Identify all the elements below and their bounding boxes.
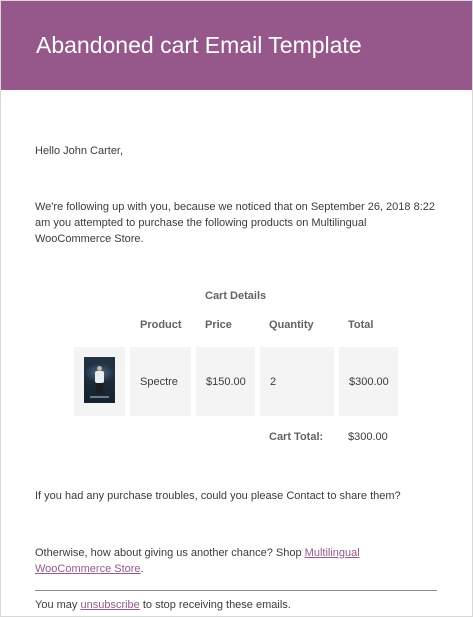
email-title: Abandoned cart Email Template xyxy=(36,32,362,58)
product-quantity: 2 xyxy=(270,376,277,388)
unsubscribe-link[interactable]: unsubscribe xyxy=(80,599,139,611)
otherwise-prefix: Otherwise, how about giving us another c… xyxy=(35,547,305,559)
footer-suffix: to stop receiving these emails. xyxy=(139,599,291,611)
product-total: $300.00 xyxy=(349,376,389,388)
trouble-text: If you had any purchase troubles, could … xyxy=(35,490,401,502)
column-header-total: Total xyxy=(348,319,374,331)
footer-divider xyxy=(35,590,437,591)
otherwise-text: Otherwise, how about giving us another c… xyxy=(35,545,435,577)
product-price: $150.00 xyxy=(206,376,246,388)
product-name-cell: Spectre xyxy=(130,347,191,416)
product-image-cell xyxy=(74,347,125,416)
greeting-text: Hello John Carter, xyxy=(35,145,124,157)
column-header-product: Product xyxy=(140,319,182,331)
email-header: Abandoned cart Email Template xyxy=(1,1,472,90)
product-price-cell: $150.00 xyxy=(196,347,255,416)
footer-text: You may unsubscribe to stop receiving th… xyxy=(35,597,291,613)
intro-text: We're following up with you, because we … xyxy=(35,201,435,245)
cart-total-value: $300.00 xyxy=(348,431,388,443)
cart-details-title: Cart Details xyxy=(205,290,267,302)
footer-prefix: You may xyxy=(35,599,81,611)
product-quantity-cell: 2 xyxy=(260,347,334,416)
column-header-quantity: Quantity xyxy=(269,319,314,331)
product-total-cell: $300.00 xyxy=(339,347,398,416)
column-header-price: Price xyxy=(205,319,232,331)
product-name: Spectre xyxy=(140,376,178,388)
cart-total-label: Cart Total: xyxy=(269,431,324,443)
product-thumbnail[interactable] xyxy=(84,357,115,403)
email-frame xyxy=(0,0,473,617)
otherwise-suffix: . xyxy=(140,563,144,575)
